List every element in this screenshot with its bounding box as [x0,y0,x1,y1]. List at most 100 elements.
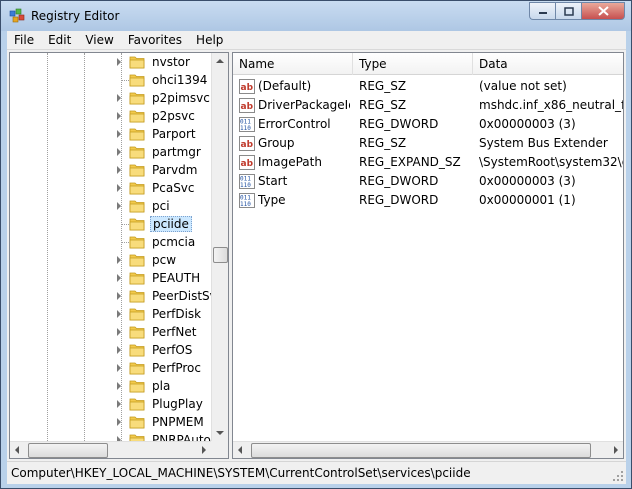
main-content: nvstor ohci1394 p2pimsvc p2psvc Parport partm… [7,50,626,461]
value-name: ErrorControl [258,117,331,131]
scroll-right-icon[interactable] [614,446,618,454]
expand-arrow-icon[interactable] [117,400,121,408]
window-title: Registry Editor [31,9,120,23]
expand-arrow-icon[interactable] [117,58,121,66]
folder-icon [129,290,145,303]
tree-node-label: PerfNet [152,325,197,339]
tree-node[interactable]: p2psvc [10,107,210,125]
expand-arrow-icon[interactable] [117,148,121,156]
tree-node[interactable]: p2pimsvc [10,89,210,107]
tree-node[interactable]: ohci1394 [10,71,210,89]
scroll-left-icon[interactable] [15,446,19,454]
column-header-data[interactable]: Data [473,53,623,75]
value-data: 0x00000003 (3) [479,117,576,131]
list-hscroll-thumb[interactable] [251,443,591,458]
binary-value-icon: 011110 [239,174,255,189]
tree-hscroll-thumb[interactable] [28,443,108,458]
folder-icon [129,200,145,213]
svg-text:110: 110 [240,125,251,132]
tree-node-label: PEAUTH [152,271,201,285]
tree-vscroll-thumb[interactable] [213,247,228,263]
tree-node[interactable]: PerfDisk [10,305,210,323]
expand-arrow-icon[interactable] [117,112,121,120]
value-row[interactable]: 011 110 Type REG_DWORD 0x00000001 (1) [233,191,623,210]
expand-arrow-icon[interactable] [117,382,121,390]
value-row[interactable]: ab Group REG_SZ System Bus Extender [233,134,623,153]
value-row[interactable]: 011 110 ErrorControl REG_DWORD 0x00000003 (3… [233,115,623,134]
tree-node[interactable]: PerfOS [10,341,210,359]
value-row[interactable]: ab DriverPackageId REG_SZ mshdc.inf_x86_neu… [233,96,623,115]
folder-icon [129,362,145,375]
tree-node[interactable]: PNPMEM [10,413,210,431]
tree-node[interactable]: pla [10,377,210,395]
menu-favorites[interactable]: Favorites [121,31,189,50]
expand-arrow-icon[interactable] [117,202,121,210]
value-row[interactable]: ab (Default) REG_SZ (value not set) [233,77,623,96]
tree-node[interactable]: pci [10,197,210,215]
list-horizontal-scrollbar[interactable] [233,441,623,458]
registry-tree[interactable]: nvstor ohci1394 p2pimsvc p2psvc Parport partm… [9,52,229,459]
title-bar[interactable]: Registry Editor [1,1,631,31]
menu-help[interactable]: Help [189,31,230,50]
value-type: REG_SZ [359,98,407,112]
expand-arrow-icon[interactable] [117,310,121,318]
menu-edit[interactable]: Edit [41,31,78,50]
expand-arrow-icon[interactable] [117,256,121,264]
value-row[interactable]: ab ImagePath REG_EXPAND_SZ \SystemRoot\syst… [233,153,623,172]
expand-arrow-icon[interactable] [117,166,121,174]
expand-arrow-icon[interactable] [117,418,121,426]
expand-arrow-icon[interactable] [117,328,121,336]
tree-node-label: pcw [152,253,177,267]
tree-node[interactable]: partmgr [10,143,210,161]
tree-node-label: pciide [150,216,192,232]
tree-node[interactable]: PEAUTH [10,269,210,287]
scroll-left-icon[interactable] [238,446,242,454]
scroll-down-icon[interactable] [216,431,224,435]
tree-node[interactable]: PeerDistSvc [10,287,223,305]
maximize-button[interactable] [555,2,581,20]
value-type: REG_EXPAND_SZ [359,155,461,169]
resize-grip-icon[interactable] [612,470,624,482]
tree-node[interactable]: nvstor [10,53,210,71]
tree-connector [121,224,129,225]
tree-node[interactable]: PerfNet [10,323,210,341]
tree-node[interactable]: pciide [10,215,210,233]
folder-icon [129,272,145,285]
values-list[interactable]: Name Type Data ab (Default) REG_SZ (value n… [232,52,624,459]
close-button[interactable] [581,2,625,20]
tree-node[interactable]: PcaSvc [10,179,210,197]
folder-icon [129,182,145,195]
svg-text:ab: ab [241,159,254,169]
folder-icon [129,56,145,69]
minimize-button[interactable] [529,2,555,20]
value-row[interactable]: 011 110 Start REG_DWORD 0x00000003 (3) [233,172,623,191]
value-name: Type [258,193,286,207]
expand-arrow-icon[interactable] [117,184,121,192]
tree-horizontal-scrollbar[interactable] [10,441,211,458]
tree-vertical-scrollbar[interactable] [211,53,228,441]
tree-node[interactable]: Parvdm [10,161,210,179]
folder-icon [129,254,145,267]
tree-node[interactable]: PerfProc [10,359,210,377]
expand-arrow-icon[interactable] [117,94,121,102]
tree-node[interactable]: pcw [10,251,210,269]
tree-node[interactable]: pcmcia [10,233,210,251]
column-header-type[interactable]: Type [353,53,473,75]
expand-arrow-icon[interactable] [117,364,121,372]
expand-arrow-icon[interactable] [117,346,121,354]
expand-arrow-icon[interactable] [117,292,121,300]
expand-arrow-icon[interactable] [117,274,121,282]
column-header-name[interactable]: Name [233,53,353,75]
tree-node-label: pcmcia [152,235,196,249]
tree-node[interactable]: Parport [10,125,210,143]
value-name: Group [258,136,295,150]
value-data: System Bus Extender [479,136,608,150]
menu-file[interactable]: File [7,31,41,50]
scroll-up-icon[interactable] [216,59,224,63]
expand-arrow-icon[interactable] [117,130,121,138]
scroll-right-icon[interactable] [202,446,206,454]
status-path: Computer\HKEY_LOCAL_MACHINE\SYSTEM\Curre… [11,466,471,480]
menu-view[interactable]: View [78,31,120,50]
folder-icon [129,146,145,159]
tree-node[interactable]: PlugPlay [10,395,210,413]
